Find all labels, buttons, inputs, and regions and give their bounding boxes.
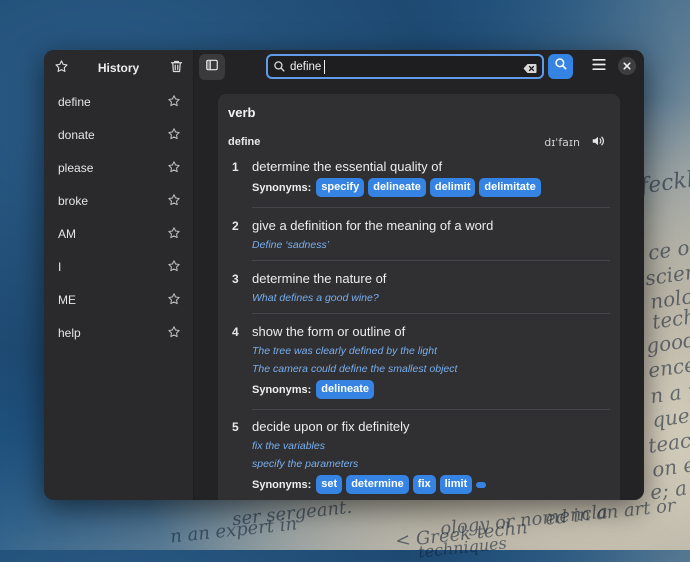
sense-definition: decide upon or fix definitely — [252, 419, 410, 434]
star-icon[interactable] — [167, 193, 181, 212]
history-item[interactable]: broke — [44, 185, 193, 218]
headword: define — [228, 136, 261, 148]
sense-definition: determine the nature of — [252, 271, 387, 286]
synonym-chip[interactable] — [476, 481, 487, 488]
wallpaper-text: ed in an art or — [544, 495, 677, 530]
history-item-label: ME — [58, 293, 76, 307]
synonyms-row: Synonyms: specify delineate delimit deli… — [252, 178, 545, 197]
example-text: fix the variables — [252, 440, 325, 452]
text-cursor — [324, 60, 325, 74]
wallpaper-text: feckle — [638, 165, 690, 200]
history-item[interactable]: I — [44, 251, 193, 284]
history-item-label: help — [58, 326, 81, 340]
star-icon[interactable] — [167, 226, 181, 245]
star-icon[interactable] — [167, 259, 181, 278]
history-item-label: broke — [58, 194, 89, 208]
synonym-chip[interactable]: fix — [412, 475, 436, 494]
star-icon[interactable] — [167, 160, 181, 179]
synonym-chip[interactable]: set — [316, 475, 343, 494]
example-text: The tree was clearly defined by the ligh… — [252, 345, 438, 357]
history-item[interactable]: donate — [44, 119, 193, 152]
example-text: What defines a good wine? — [252, 292, 379, 304]
header-bar: define — [194, 50, 644, 86]
sidebar-header: History — [44, 50, 193, 86]
divider — [252, 260, 610, 261]
star-icon[interactable] — [167, 325, 181, 344]
history-item-label: please — [58, 161, 94, 175]
history-item-label: AM — [58, 227, 76, 241]
search-button[interactable] — [548, 54, 573, 79]
sense-number: 3 — [232, 272, 239, 286]
history-item[interactable]: define — [44, 86, 193, 119]
divider — [252, 409, 610, 410]
close-icon — [623, 57, 631, 75]
clear-icon[interactable] — [523, 61, 537, 79]
sense-number: 5 — [232, 420, 239, 434]
sense-number: 2 — [232, 219, 239, 233]
synonym-chip[interactable]: delineate — [368, 178, 426, 197]
history-item-label: donate — [58, 128, 95, 142]
speaker-icon[interactable] — [591, 134, 605, 153]
synonym-chip[interactable]: delineate — [316, 380, 374, 399]
sidebar-icon — [205, 58, 219, 77]
trash-icon[interactable] — [169, 59, 184, 79]
search-icon — [554, 57, 568, 76]
history-item[interactable]: please — [44, 152, 193, 185]
app-window: History define donate please broke AM I … — [44, 50, 644, 500]
synonyms-row: Synonyms: set determine fix limit — [252, 475, 490, 494]
history-item-label: define — [58, 95, 91, 109]
hamburger-menu-icon — [592, 58, 606, 76]
sense-number: 1 — [232, 160, 239, 174]
synonyms-label: Synonyms: — [252, 478, 312, 491]
pronunciation: dɪˈfaɪn — [544, 136, 580, 149]
synonym-chip[interactable]: limit — [439, 475, 473, 494]
history-list: define donate please broke AM I ME help — [44, 86, 193, 350]
main-pane: define verb define dɪˈfaɪn 1 determine t… — [194, 50, 644, 500]
example-text: The camera could define the smallest obj… — [252, 363, 458, 375]
example-text: Define ‘sadness’ — [252, 239, 330, 251]
sense-number: 4 — [232, 325, 239, 339]
star-icon[interactable] — [167, 292, 181, 311]
history-item[interactable]: AM — [44, 218, 193, 251]
history-sidebar: History define donate please broke AM I … — [44, 50, 194, 500]
toggle-sidebar-button[interactable] — [199, 54, 225, 80]
synonyms-row: Synonyms: delineate — [252, 380, 378, 399]
synonyms-label: Synonyms: — [252, 383, 312, 396]
divider — [252, 313, 610, 314]
main-menu-button[interactable] — [588, 56, 610, 78]
star-icon[interactable] — [167, 127, 181, 146]
history-item-label: I — [58, 260, 62, 274]
history-item[interactable]: ME — [44, 284, 193, 317]
star-icon[interactable] — [167, 94, 181, 113]
synonym-chip[interactable]: determine — [346, 475, 409, 494]
search-input[interactable]: define — [266, 54, 544, 79]
synonym-chip[interactable]: delimit — [429, 178, 476, 197]
close-button[interactable] — [618, 57, 636, 75]
sense-definition: give a definition for the meaning of a w… — [252, 218, 494, 233]
sense-definition: determine the essential quality of — [252, 159, 443, 174]
sense-definition: show the form or outline of — [252, 324, 406, 339]
definition-card: verb define dɪˈfaɪn 1 determine the esse… — [218, 94, 620, 500]
search-icon — [273, 60, 286, 78]
divider — [252, 207, 610, 208]
synonym-chip[interactable]: specify — [316, 178, 365, 197]
synonyms-label: Synonyms: — [252, 181, 312, 194]
synonym-chip[interactable]: delimitate — [479, 178, 541, 197]
example-text: specify the parameters — [252, 458, 359, 470]
part-of-speech: verb — [228, 105, 256, 120]
history-item[interactable]: help — [44, 317, 193, 350]
search-value: define — [290, 61, 322, 73]
